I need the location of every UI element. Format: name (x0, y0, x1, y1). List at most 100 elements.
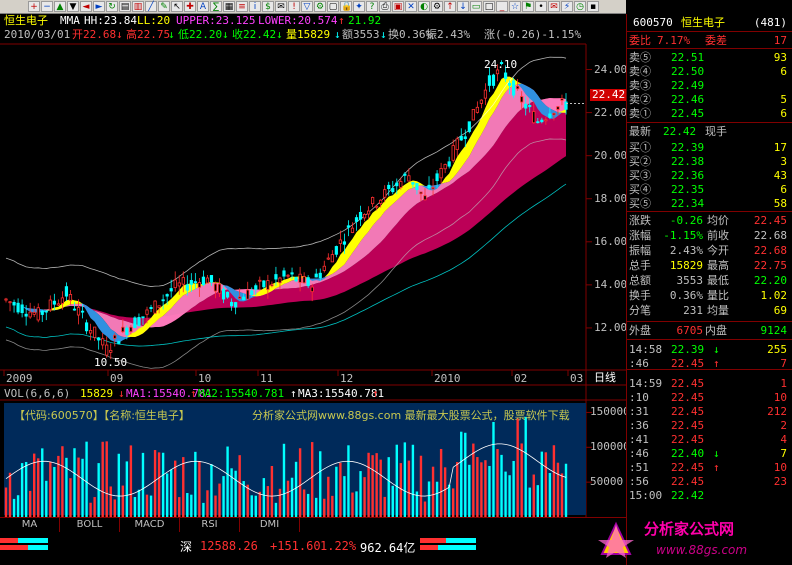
kline-chart[interactable] (0, 14, 626, 517)
status-index: 12588.26 (200, 539, 258, 553)
volume-bar (206, 490, 209, 517)
exit-icon[interactable]: ✕ (405, 1, 417, 12)
cross-icon[interactable]: ✚ (184, 1, 196, 12)
mail-icon[interactable]: ✉ (548, 1, 560, 12)
ask-label: 卖④ (629, 65, 651, 78)
candle-body (548, 113, 552, 118)
min-icon[interactable]: _ (496, 1, 508, 12)
clock-icon[interactable]: ◷ (574, 1, 586, 12)
volume-bar (464, 432, 467, 517)
date-tick-label: 02 (514, 372, 528, 385)
color-icon[interactable]: ◐ (418, 1, 430, 12)
candle-body (387, 184, 391, 190)
volume-bar (258, 491, 262, 517)
bar-icon[interactable]: ▥ (132, 1, 144, 12)
left-arrow-icon[interactable]: ◄ (80, 1, 92, 12)
news-icon[interactable]: ✉ (275, 1, 287, 12)
setting-icon[interactable]: ⚙ (431, 1, 443, 12)
header-low-arrow: ↓ (222, 28, 229, 41)
candle-body (354, 217, 359, 222)
period-label[interactable]: 日线 (594, 372, 616, 384)
volume-bar (472, 443, 475, 517)
pin-icon[interactable]: • (535, 1, 547, 12)
status-bar-cyan-right (446, 538, 476, 543)
option-icon[interactable]: ⚙ (314, 1, 326, 12)
header-turnover-arrow: ↓ (380, 28, 387, 41)
volume-bar (508, 475, 511, 517)
price-tick-label: 24.00 (594, 62, 628, 76)
candle-body (189, 280, 193, 285)
tick-row: :51 22.45 ↑ 10 (627, 461, 792, 474)
volume-bar (24, 461, 28, 517)
volume-bar (109, 486, 112, 517)
status-market: 深 (180, 540, 193, 554)
down-arrow-icon[interactable]: ▼ (67, 1, 79, 12)
filter-icon[interactable]: ▽ (301, 1, 313, 12)
flag-icon[interactable]: ⚑ (522, 1, 534, 12)
tick-price: 22.40 (671, 447, 705, 460)
chart-area[interactable]: 恒生电子 MMA HH:23.84 LL:20 UPPER:23.125 LOW… (0, 14, 630, 517)
right-arrow-icon[interactable]: ► (93, 1, 105, 12)
up-arrow-icon[interactable]: ▲ (54, 1, 66, 12)
low-marker: 10.50 (94, 356, 128, 369)
zoom-in-icon[interactable]: + (28, 1, 40, 12)
header-amount: 额3553 (342, 28, 380, 41)
candle-body (560, 98, 564, 101)
alert-icon[interactable]: ! (288, 1, 300, 12)
up-icon[interactable]: ↑ (444, 1, 456, 12)
tab-boll[interactable]: BOLL (60, 518, 120, 533)
volume-bar (435, 481, 439, 517)
window-icon[interactable]: ▢ (327, 1, 339, 12)
stat-row: 涨跌 -0.26 均价 22.45 (627, 214, 792, 227)
stat-label: 涨幅 (629, 229, 651, 242)
tab-rsi[interactable]: RSI (180, 518, 240, 533)
ask-row: 卖④ 22.50 6 (627, 65, 792, 78)
lock-icon[interactable]: 🔒 (340, 1, 352, 12)
tab-macd[interactable]: MACD (120, 518, 180, 533)
line-icon[interactable]: ╱ (145, 1, 157, 12)
candle-body (411, 182, 415, 185)
zoom-out-icon[interactable]: − (41, 1, 53, 12)
header-upper: UPPER:23.125 (176, 14, 256, 27)
refresh-icon[interactable]: ↻ (106, 1, 118, 12)
bid-row: 买⑤ 22.34 58 (627, 197, 792, 210)
chart-icon[interactable]: ▤ (119, 1, 131, 12)
save-icon[interactable]: ▣ (392, 1, 404, 12)
stock-icon[interactable]: $ (262, 1, 274, 12)
candle-body (379, 199, 383, 204)
pointer-icon[interactable]: ↖ (171, 1, 183, 12)
candle-body (483, 89, 488, 99)
tab-dmi[interactable]: DMI (240, 518, 300, 533)
bid-volume: 6 (780, 183, 787, 196)
tick-row: :56 22.45 23 (627, 475, 792, 488)
down-icon[interactable]: ↓ (457, 1, 469, 12)
info-icon[interactable]: i (249, 1, 261, 12)
flash-icon[interactable]: ⚡ (561, 1, 573, 12)
text-icon[interactable]: A (197, 1, 209, 12)
volume-bar (41, 448, 44, 517)
vol-arrow: ↓ (118, 387, 125, 400)
volume-bar (383, 496, 386, 517)
draw-icon[interactable]: ✎ (158, 1, 170, 12)
volume-bar (266, 486, 270, 517)
tool-icon[interactable]: ✦ (353, 1, 365, 12)
tab-ma[interactable]: MA (0, 518, 60, 533)
volume-bar (93, 497, 96, 517)
book-icon[interactable]: ▭ (470, 1, 482, 12)
candle-body (76, 307, 81, 316)
volume-bar (427, 481, 431, 517)
list-icon[interactable]: ≡ (236, 1, 248, 12)
stock-count: (481) (753, 16, 787, 29)
volume-bar (391, 485, 394, 517)
date-tick-label: 2010 (434, 372, 461, 385)
print-icon[interactable]: ⎙ (379, 1, 391, 12)
star-icon[interactable]: ☆ (509, 1, 521, 12)
help-icon[interactable]: ? (366, 1, 378, 12)
volume-bar (65, 457, 68, 517)
candle-body (282, 270, 286, 277)
tick-arrow: ↑ (713, 461, 720, 474)
disk-icon[interactable]: ▪ (587, 1, 599, 12)
calc-icon[interactable]: ∑ (210, 1, 222, 12)
grid-icon[interactable]: ▦ (223, 1, 235, 12)
max-icon[interactable]: □ (483, 1, 495, 12)
